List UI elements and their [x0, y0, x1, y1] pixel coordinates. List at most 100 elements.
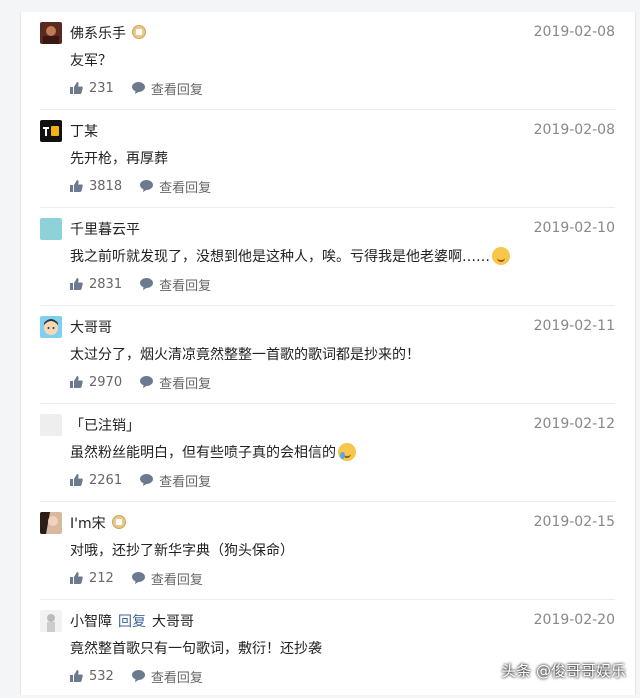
comment-text: 太过分了，烟火清凉竟然整整一首歌的歌词都是抄来的！ — [70, 347, 420, 363]
comment-actions: 231 查看回复 — [70, 78, 221, 98]
comment-text: 对哦，还抄了新华字典（狗头保命） — [70, 543, 294, 559]
comment-list: 佛系乐手 2019-02-08 友军？ 231 查看回复 丁某 2019-02-… — [20, 12, 636, 695]
view-replies-button[interactable]: 查看回复 — [140, 275, 211, 294]
comment-item: 大哥哥 2019-02-11 太过分了，烟火清凉竟然整整一首歌的歌词都是抄来的！… — [40, 306, 615, 404]
comment-date: 2019-02-10 — [533, 220, 615, 236]
comment-date: 2019-02-08 — [533, 122, 615, 138]
view-replies-label: 查看回复 — [159, 278, 212, 294]
like-button[interactable]: 2970 — [70, 375, 122, 390]
comment-item: 丁某 2019-02-08 先开枪，再厚葬 3818 查看回复 — [40, 110, 615, 208]
like-count: 2831 — [89, 276, 123, 292]
author-name[interactable]: 「已注销」 — [70, 418, 140, 434]
crying-laughing-emoji-icon — [338, 443, 356, 461]
comment-author[interactable]: 佛系乐手 — [70, 22, 146, 46]
thumbs-up-icon — [70, 474, 83, 486]
view-replies-button[interactable]: 查看回复 — [140, 471, 211, 490]
like-count: 2970 — [89, 374, 123, 390]
view-replies-label: 查看回复 — [159, 180, 212, 196]
comment-item: I'm宋 2019-02-15 对哦，还抄了新华字典（狗头保命） 212 查看回… — [40, 502, 615, 600]
comment-actions: 2261 查看回复 — [70, 470, 229, 490]
view-replies-button[interactable]: 查看回复 — [140, 177, 211, 196]
author-name[interactable]: 大哥哥 — [70, 320, 112, 336]
comment-item: 佛系乐手 2019-02-08 友军？ 231 查看回复 — [40, 12, 615, 110]
view-replies-button[interactable]: 查看回复 — [140, 373, 211, 392]
comment-item: 「已注销」 2019-02-12 虽然粉丝能明白，但有些喷子真的会相信的 226… — [40, 404, 615, 502]
comment-date: 2019-02-20 — [533, 612, 615, 628]
avatar[interactable] — [40, 120, 62, 142]
like-button[interactable]: 231 — [70, 81, 114, 96]
author-name[interactable]: 佛系乐手 — [70, 26, 126, 42]
view-replies-button[interactable]: 查看回复 — [131, 79, 203, 98]
like-button[interactable]: 3818 — [70, 179, 122, 194]
view-replies-button[interactable]: 查看回复 — [131, 569, 203, 588]
view-replies-label: 查看回复 — [159, 474, 212, 490]
comment-text: 虽然粉丝能明白，但有些喷子真的会相信的 — [70, 442, 356, 464]
verified-badge-icon — [132, 25, 146, 39]
comment-bubble-icon — [140, 278, 154, 290]
comment-text: 我之前听就发现了，没想到他是这种人，唉。亏得我是他老婆啊…… — [70, 246, 510, 268]
view-replies-button[interactable]: 查看回复 — [131, 667, 203, 686]
comment-bubble-icon — [140, 180, 154, 192]
comment-text-content: 我之前听就发现了，没想到他是这种人，唉。亏得我是他老婆啊…… — [70, 249, 490, 265]
relieved-emoji-icon — [492, 247, 510, 265]
like-button[interactable]: 532 — [70, 669, 114, 684]
comment-actions: 212 查看回复 — [70, 568, 221, 588]
comment-date: 2019-02-12 — [533, 416, 615, 432]
avatar[interactable] — [40, 22, 62, 44]
comment-date: 2019-02-15 — [533, 514, 615, 530]
like-count: 212 — [89, 570, 114, 586]
author-name[interactable]: 千里暮云平 — [70, 222, 140, 238]
comment-author[interactable]: 小智障 回复 大哥哥 — [70, 610, 194, 634]
avatar[interactable] — [40, 512, 62, 534]
view-replies-label: 查看回复 — [159, 376, 212, 392]
author-name[interactable]: 小智障 — [70, 614, 112, 630]
like-button[interactable]: 212 — [70, 571, 114, 586]
comment-bubble-icon — [131, 670, 145, 682]
comment-author[interactable]: 「已注销」 — [70, 414, 140, 438]
comment-text: 竟然整首歌只有一句歌词，敷衍！还抄袭 — [70, 641, 322, 657]
comment-actions: 3818 查看回复 — [70, 176, 229, 196]
author-name[interactable]: 丁某 — [70, 124, 98, 140]
avatar[interactable] — [40, 414, 62, 436]
comment-date: 2019-02-11 — [533, 318, 615, 334]
comment-bubble-icon — [140, 474, 154, 486]
like-count: 231 — [89, 80, 114, 96]
thumbs-up-icon — [70, 670, 83, 682]
thumbs-up-icon — [70, 278, 83, 290]
like-button[interactable]: 2831 — [70, 277, 122, 292]
comment-text-content: 虽然粉丝能明白，但有些喷子真的会相信的 — [70, 445, 336, 461]
comment-bubble-icon — [131, 82, 145, 94]
comment-bubble-icon — [131, 572, 145, 584]
like-count: 2261 — [89, 472, 123, 488]
avatar[interactable] — [40, 610, 62, 632]
reply-indicator: 回复 — [118, 614, 146, 630]
thumbs-up-icon — [70, 376, 83, 388]
reply-target-name[interactable]: 大哥哥 — [152, 614, 194, 630]
comment-actions: 2831 查看回复 — [70, 274, 229, 294]
comment-author[interactable]: I'm宋 — [70, 512, 126, 536]
comment-item: 小智障 回复 大哥哥 2019-02-20 竟然整首歌只有一句歌词，敷衍！还抄袭 5… — [40, 600, 615, 698]
thumbs-up-icon — [70, 82, 83, 94]
comment-author[interactable]: 丁某 — [70, 120, 98, 144]
comment-author[interactable]: 大哥哥 — [70, 316, 112, 340]
thumbs-up-icon — [70, 180, 83, 192]
view-replies-label: 查看回复 — [150, 82, 203, 98]
view-replies-label: 查看回复 — [150, 670, 203, 686]
view-replies-label: 查看回复 — [150, 572, 203, 588]
thumbs-up-icon — [70, 572, 83, 584]
author-name[interactable]: I'm宋 — [70, 516, 106, 532]
like-count: 532 — [89, 668, 114, 684]
like-button[interactable]: 2261 — [70, 473, 122, 488]
watermark: 头条 @俊哥哥娱乐 — [501, 662, 626, 680]
avatar[interactable] — [40, 316, 62, 338]
comment-author[interactable]: 千里暮云平 — [70, 218, 140, 242]
comment-date: 2019-02-08 — [533, 24, 615, 40]
comment-actions: 532 查看回复 — [70, 666, 221, 686]
avatar[interactable] — [40, 218, 62, 240]
comment-text: 先开枪，再厚葬 — [70, 151, 168, 167]
comment-bubble-icon — [140, 376, 154, 388]
comment-item: 千里暮云平 2019-02-10 我之前听就发现了，没想到他是这种人，唉。亏得我… — [40, 208, 615, 306]
verified-badge-icon — [111, 515, 126, 529]
comment-text: 友军？ — [70, 53, 112, 69]
comment-actions: 2970 查看回复 — [70, 372, 229, 392]
